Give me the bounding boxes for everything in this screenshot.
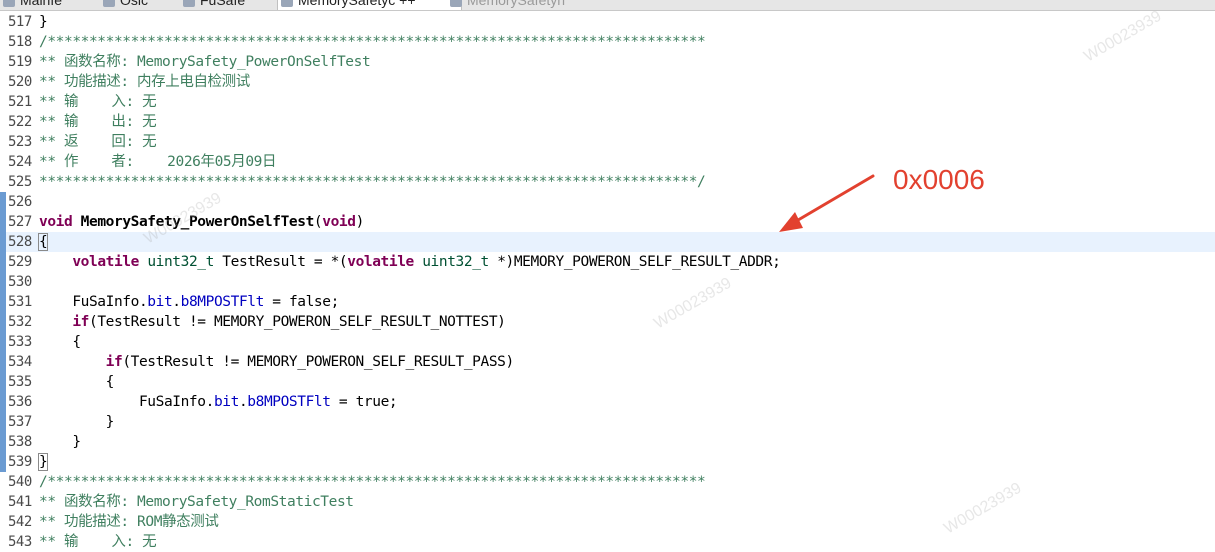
code-token: ** 输 入: 无 [39, 534, 157, 550]
code-line[interactable]: 543 ** 输 入: 无 [0, 532, 1215, 552]
line-number: 543 [8, 534, 32, 550]
annotation-arrow [779, 174, 875, 232]
annotation-label: 0x0006 [893, 164, 985, 195]
code-text: ** 输 入: 无 [39, 532, 157, 552]
